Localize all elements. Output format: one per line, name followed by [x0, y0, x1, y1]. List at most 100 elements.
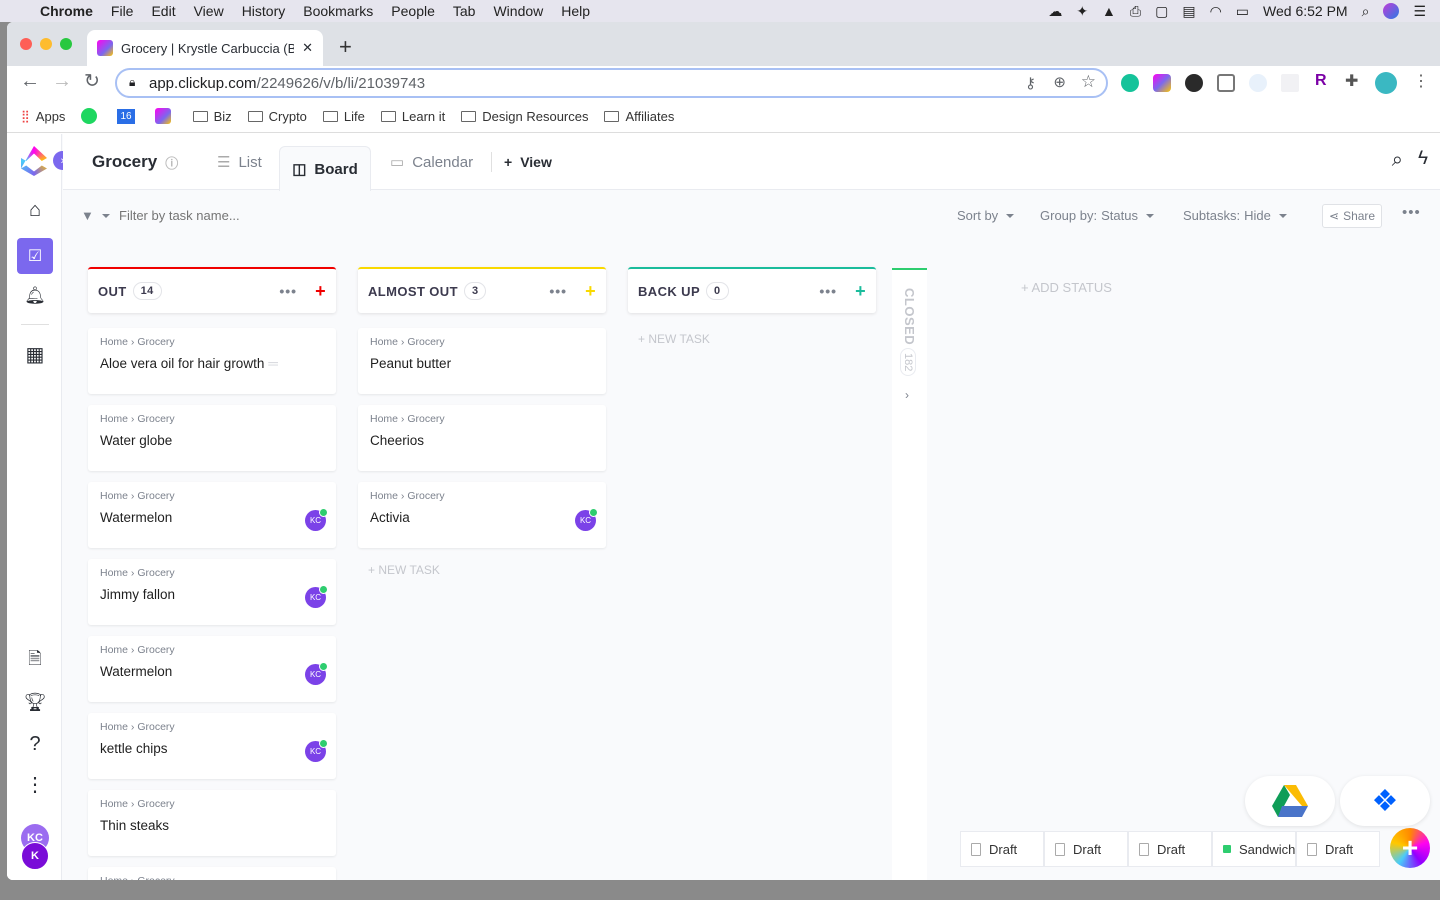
browser-tab[interactable]: Grocery | Krystle Carbuccia (Bo ✕: [87, 30, 323, 66]
assignee-avatar[interactable]: KC: [305, 662, 328, 685]
clickup-logo[interactable]: [21, 146, 47, 176]
task-title[interactable]: Aloe vera oil for hair growth ═: [100, 356, 324, 371]
home-icon[interactable]: ⌂: [21, 196, 49, 224]
column-menu-icon[interactable]: •••: [819, 283, 837, 299]
bookmark-design-resources[interactable]: Design Resources: [461, 109, 588, 124]
menu-app-name[interactable]: Chrome: [40, 3, 93, 19]
add-view-button[interactable]: + View: [504, 134, 552, 190]
bookmark-star-icon[interactable]: ☆: [1081, 72, 1096, 92]
assignee-avatar[interactable]: KC: [305, 508, 328, 531]
notes-icon[interactable]: ▢: [1155, 3, 1168, 20]
add-task-icon[interactable]: +: [855, 281, 866, 302]
printer-icon[interactable]: ⎙: [1130, 3, 1141, 20]
add-status-button[interactable]: + ADD STATUS: [1021, 280, 1112, 295]
column-menu-icon[interactable]: •••: [279, 283, 297, 299]
bookmark-affiliates[interactable]: Affiliates: [604, 109, 674, 124]
extension-icon[interactable]: [1185, 74, 1203, 92]
grammarly-extension-icon[interactable]: [1121, 74, 1139, 92]
add-task-icon[interactable]: +: [315, 281, 326, 302]
menu-bookmarks[interactable]: Bookmarks: [303, 3, 373, 19]
menu-file[interactable]: File: [111, 3, 134, 19]
task-breadcrumb[interactable]: Home › Grocery: [100, 644, 324, 656]
zoom-window-button[interactable]: [60, 38, 72, 50]
info-icon[interactable]: ⓘ: [165, 153, 178, 172]
calendar-bookmark[interactable]: 16: [117, 108, 135, 124]
task-title[interactable]: Jimmy fallon: [100, 587, 324, 602]
task-breadcrumb[interactable]: Home › Grocery: [100, 721, 324, 733]
address-bar[interactable]: 🔒︎ app.clickup.com/2249626/v/b/li/210397…: [115, 68, 1108, 98]
google-drive-button[interactable]: [1245, 776, 1335, 826]
dropbox-button[interactable]: ❖: [1340, 776, 1430, 826]
task-breadcrumb[interactable]: Home › Grocery: [100, 875, 324, 880]
r-extension-icon[interactable]: R: [1315, 72, 1327, 90]
add-icon[interactable]: ⊕: [1053, 73, 1066, 91]
task-title[interactable]: Peanut butter: [370, 356, 594, 371]
minimize-window-button[interactable]: [40, 38, 52, 50]
task-title[interactable]: Thin steaks: [100, 818, 324, 833]
task-card[interactable]: Home › Grocery Peanut butter: [358, 328, 606, 394]
menu-window[interactable]: Window: [493, 3, 543, 19]
clock[interactable]: Wed 6:52 PM: [1263, 3, 1348, 19]
expand-chevron-icon[interactable]: ›: [905, 388, 909, 402]
group-by-dropdown[interactable]: Group by: Status: [1040, 208, 1154, 223]
more-options-icon[interactable]: •••: [1402, 204, 1421, 221]
task-card[interactable]: Home › Grocery Watermelon KC: [88, 482, 336, 548]
key-icon[interactable]: ⚷: [1025, 74, 1036, 92]
forward-icon[interactable]: →: [52, 70, 72, 93]
closed-column[interactable]: CLOSED 182 ›: [892, 268, 927, 880]
filter-dropdown[interactable]: ▼: [81, 208, 110, 223]
clickup-bookmark[interactable]: [154, 108, 171, 124]
assignee-avatar[interactable]: KC: [575, 508, 598, 531]
notification-center-icon[interactable]: ☰: [1413, 3, 1426, 20]
puzzle-extensions-icon[interactable]: ✚: [1345, 71, 1358, 91]
task-breadcrumb[interactable]: Home › Grocery: [100, 336, 324, 348]
spotlight-icon[interactable]: ⌕: [1362, 3, 1370, 20]
bookmark-crypto[interactable]: Crypto: [247, 109, 307, 124]
task-card[interactable]: Home › Grocery Jimmy fallon KC: [88, 559, 336, 625]
menu-people[interactable]: People: [391, 3, 435, 19]
task-title[interactable]: Activia: [370, 510, 594, 525]
quick-create-button[interactable]: +: [1390, 828, 1430, 868]
battery-icon[interactable]: ▭: [1236, 3, 1249, 20]
assignee-avatar[interactable]: KC: [305, 585, 328, 608]
task-breadcrumb[interactable]: Home › Grocery: [370, 490, 594, 502]
dropbox-tray-icon[interactable]: ✦: [1076, 3, 1088, 20]
bookmark-life[interactable]: Life: [322, 109, 365, 124]
task-title[interactable]: Water globe: [100, 433, 324, 448]
close-tab-icon[interactable]: ✕: [302, 40, 313, 56]
bookmark-apps[interactable]: ⣿ Apps: [21, 109, 65, 124]
extension-icon[interactable]: [1281, 74, 1299, 92]
wifi-icon[interactable]: ◠: [1210, 3, 1222, 20]
minimized-doc-tab[interactable]: Draft: [960, 831, 1044, 867]
siri-icon[interactable]: [1383, 3, 1400, 19]
reload-icon[interactable]: ↻: [84, 70, 100, 93]
minimized-doc-tab[interactable]: Sandwich: [1212, 831, 1296, 867]
automation-bolt-icon[interactable]: ϟ: [1418, 148, 1428, 170]
add-task-icon[interactable]: +: [585, 281, 596, 302]
column-menu-icon[interactable]: •••: [549, 283, 567, 299]
drive-tray-icon[interactable]: ▲: [1102, 3, 1116, 19]
task-card[interactable]: Home › Grocery Watermelon KC: [88, 636, 336, 702]
extension-icon[interactable]: [1249, 74, 1267, 92]
task-breadcrumb[interactable]: Home › Grocery: [100, 567, 324, 579]
bookmark-biz[interactable]: Biz: [192, 109, 232, 124]
tab-list[interactable]: ☰ List: [217, 134, 262, 190]
task-card[interactable]: Home › Grocery Aloe vera oil for hair gro…: [88, 328, 336, 394]
bookmark-learn-it[interactable]: Learn it: [380, 109, 445, 124]
minimized-doc-tab[interactable]: Draft: [1128, 831, 1212, 867]
minimized-doc-tab[interactable]: Draft: [1296, 831, 1380, 867]
task-title[interactable]: Cheerios: [370, 433, 594, 448]
task-title[interactable]: Watermelon: [100, 664, 324, 679]
flag-icon[interactable]: ▤: [1182, 3, 1195, 20]
task-filter-input[interactable]: [119, 202, 379, 228]
menu-history[interactable]: History: [242, 3, 286, 19]
tab-calendar[interactable]: ▭ Calendar: [390, 134, 473, 190]
minimized-doc-tab[interactable]: Draft: [1044, 831, 1128, 867]
task-card[interactable]: Home › Grocery kettle chips KC: [88, 713, 336, 779]
menu-help[interactable]: Help: [561, 3, 590, 19]
profile-avatar[interactable]: [1375, 72, 1397, 94]
camera-extension-icon[interactable]: [1217, 74, 1235, 92]
task-breadcrumb[interactable]: Home › Grocery: [370, 336, 594, 348]
spotify-bookmark[interactable]: [81, 108, 98, 124]
share-button[interactable]: ⋖ Share: [1322, 204, 1383, 228]
